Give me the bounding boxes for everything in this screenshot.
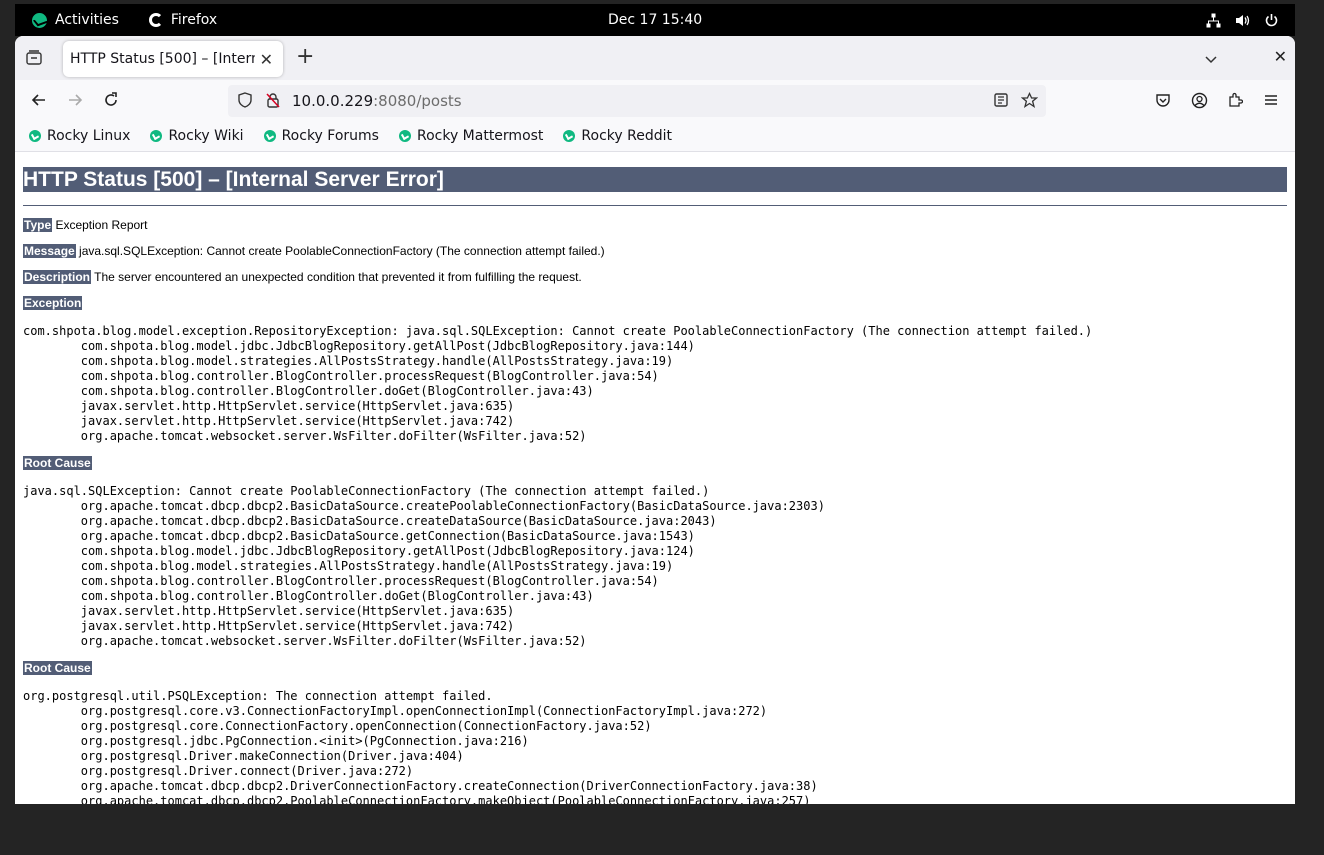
page-content: HTTP Status [500] – [Internal Server Err… [15,152,1295,804]
tab-active[interactable]: HTTP Status [500] – [Internal Server Err… [63,41,283,77]
bookmark-label: Rocky Forums [281,127,379,144]
bookmark-label: Rocky Linux [47,127,131,144]
rocky-favicon-icon [29,129,41,142]
root-cause-stack-trace: org.postgresql.util.PSQLException: The c… [23,689,818,804]
navigation-toolbar: 10.0.0.229:8080/posts [15,80,1295,120]
exception-heading: Exception [23,296,1287,310]
message-field: Message java.sql.SQLException: Cannot cr… [23,244,1287,258]
bookmark-label: Rocky Reddit [581,127,672,144]
bookmark-label: Rocky Mattermost [416,127,544,144]
firefox-window: HTTP Status [500] – [Internal Server Err… [15,36,1295,804]
rocky-favicon-icon [263,129,276,142]
bookmark-rocky-linux[interactable]: Rocky Linux [29,128,130,144]
bookmark-rocky-mattermost[interactable]: Rocky Mattermost [398,127,544,144]
exception-label: Exception [23,296,83,310]
reader-view-icon[interactable] [992,92,1010,110]
account-icon[interactable] [1187,88,1211,112]
clock[interactable]: Dec 17 15:40 [608,4,702,36]
description-value: The server encountered an unexpected con… [91,270,582,284]
rocky-favicon-icon [398,129,411,142]
reload-icon[interactable] [99,88,123,112]
bookmark-star-icon[interactable] [1020,91,1038,110]
new-tab-button[interactable]: + [296,46,314,68]
root-cause-stack-trace: java.sql.SQLException: Cannot create Poo… [23,484,825,648]
forward-icon[interactable] [63,88,87,112]
root-cause-heading: Root Cause [23,661,1287,675]
tab-title: HTTP Status [500] – [Internal Server Err… [70,51,255,67]
app-menu-firefox[interactable]: Firefox [148,12,218,28]
rocky-favicon-icon [563,129,576,142]
root-cause-label: Root Cause [23,661,92,675]
back-icon[interactable] [27,88,51,112]
network-icon[interactable] [1206,13,1221,28]
extensions-icon[interactable] [1223,88,1247,112]
tracking-protection-shield-icon[interactable] [236,92,254,110]
bookmarks-toolbar: Rocky Linux Rocky Wiki Rocky Forums Rock… [15,120,1295,152]
pocket-icon[interactable] [1151,88,1175,112]
url-bar[interactable]: 10.0.0.229:8080/posts [228,85,1046,117]
insecure-lock-icon[interactable] [264,92,282,110]
divider [23,205,1287,206]
root-cause-label: Root Cause [23,456,92,470]
rocky-favicon-icon [150,129,163,142]
bookmark-label: Rocky Wiki [168,127,244,144]
type-label: Type [23,218,53,232]
gnome-top-bar: Activities Firefox Dec 17 15:40 [15,4,1295,36]
message-value: java.sql.SQLException: Cannot create Poo… [75,244,605,258]
exception-stack-trace: com.shpota.blog.model.exception.Reposito… [23,324,1093,443]
activities-label: Activities [55,12,119,28]
tab-bar: HTTP Status [500] – [Internal Server Err… [15,36,1295,80]
list-all-tabs-icon[interactable] [1205,50,1217,64]
bookmark-rocky-forums[interactable]: Rocky Forums [263,127,379,144]
bookmark-rocky-wiki[interactable]: Rocky Wiki [150,127,244,144]
root-cause-heading: Root Cause [23,456,1287,470]
type-field: Type Exception Report [23,218,1287,232]
tab-close-icon[interactable]: ✕ [260,50,273,69]
description-label: Description [23,270,92,284]
volume-icon[interactable] [1235,13,1250,28]
bookmark-rocky-reddit[interactable]: Rocky Reddit [563,128,672,144]
url-path: :8080/posts [373,92,462,110]
firefox-view-icon[interactable] [25,49,43,67]
app-name: Firefox [170,12,218,28]
description-field: Description The server encountered an un… [23,270,1287,284]
message-label: Message [23,244,76,258]
activities-button[interactable]: Activities [32,12,119,28]
rocky-logo-icon [32,12,47,28]
window-close-icon[interactable]: ✕ [1274,47,1287,66]
firefox-icon [148,13,163,27]
url-host: 10.0.0.229 [292,92,374,110]
power-icon[interactable] [1264,13,1279,28]
page-title: HTTP Status [500] – [Internal Server Err… [23,167,1287,192]
system-tray[interactable] [1206,4,1279,36]
type-value: Exception Report [52,218,148,232]
hamburger-menu-icon[interactable] [1259,88,1283,112]
